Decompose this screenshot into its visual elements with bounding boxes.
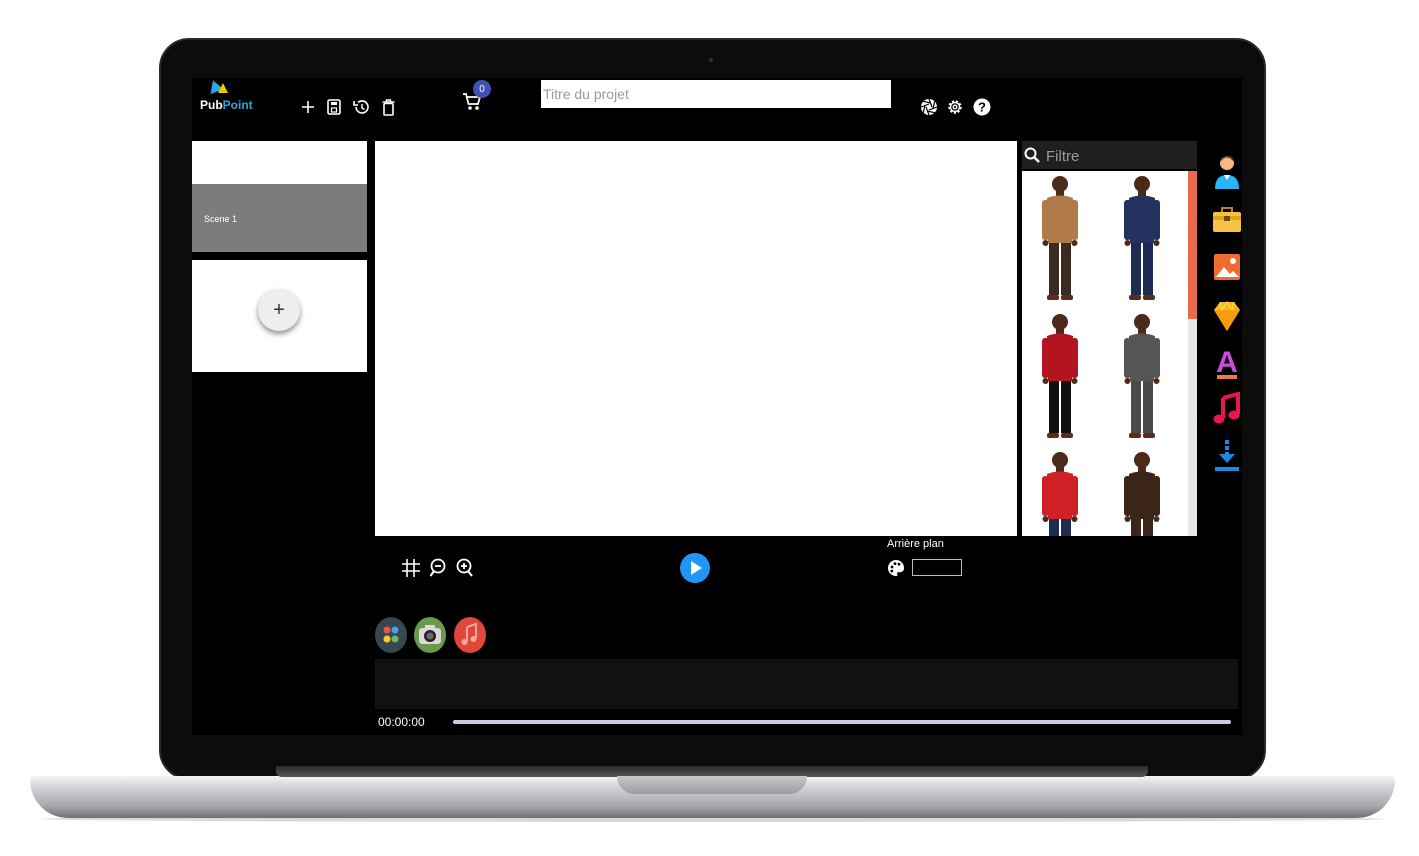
play-icon (691, 561, 702, 575)
audio-circle-button[interactable] (454, 617, 486, 653)
cart-badge: 0 (473, 80, 491, 98)
character-grid (1022, 171, 1188, 536)
trash-icon[interactable] (378, 96, 398, 118)
filter-input[interactable] (1044, 144, 1198, 168)
character-thumbnail[interactable] (1030, 449, 1090, 536)
character-scrollbar-thumb[interactable] (1188, 171, 1197, 319)
time-display: 00:00:00 (378, 715, 425, 729)
palette-circle-button[interactable] (375, 617, 407, 653)
logo-yellow-triangle (218, 83, 228, 93)
svg-text:A: A (1216, 346, 1238, 379)
character-icon[interactable] (1212, 154, 1242, 189)
scene-preview-top (192, 141, 367, 184)
character-thumbnail[interactable] (1112, 173, 1172, 303)
gem-icon[interactable] (1212, 299, 1242, 333)
logo-text: PubPoint (200, 98, 253, 112)
character-thumbnail[interactable] (1112, 449, 1172, 536)
timeline-track[interactable] (375, 659, 1238, 709)
toolbox-icon[interactable] (1212, 203, 1242, 237)
character-thumbnail[interactable] (1030, 311, 1090, 441)
timeline-progress-bar[interactable] (453, 720, 1231, 724)
scene-label: Scene 1 (204, 214, 238, 224)
history-icon[interactable] (350, 96, 372, 118)
text-icon[interactable]: A (1212, 342, 1242, 379)
character-thumbnail[interactable] (1112, 311, 1172, 441)
zoom-out-icon[interactable] (428, 557, 450, 579)
add-scene-button[interactable]: + (258, 289, 300, 331)
play-button[interactable] (680, 553, 710, 583)
laptop-notch (617, 776, 807, 794)
project-title-input[interactable] (541, 80, 891, 108)
help-icon[interactable]: ? (971, 96, 993, 118)
stage-canvas[interactable] (375, 141, 1017, 536)
search-icon (1023, 146, 1041, 164)
music-icon[interactable] (1212, 391, 1242, 426)
background-color-swatch[interactable] (912, 559, 962, 576)
svg-text:?: ? (978, 100, 986, 115)
save-icon[interactable] (324, 96, 344, 118)
image-icon[interactable] (1212, 251, 1242, 285)
camera-dot (709, 58, 713, 62)
add-icon[interactable] (298, 96, 318, 118)
settings-icon[interactable] (944, 96, 966, 118)
palette-icon[interactable] (886, 558, 906, 578)
download-icon[interactable] (1212, 438, 1242, 472)
app-screen: PubPoint 0 ? Scene 1 + (192, 78, 1242, 735)
grid-icon[interactable] (400, 557, 422, 579)
zoom-in-icon[interactable] (454, 557, 476, 579)
character-thumbnail[interactable] (1030, 173, 1090, 303)
app-logo[interactable]: PubPoint (198, 78, 258, 116)
background-label: Arrière plan (887, 538, 944, 550)
aperture-icon[interactable] (918, 96, 940, 118)
camera-circle-button[interactable] (414, 617, 446, 653)
